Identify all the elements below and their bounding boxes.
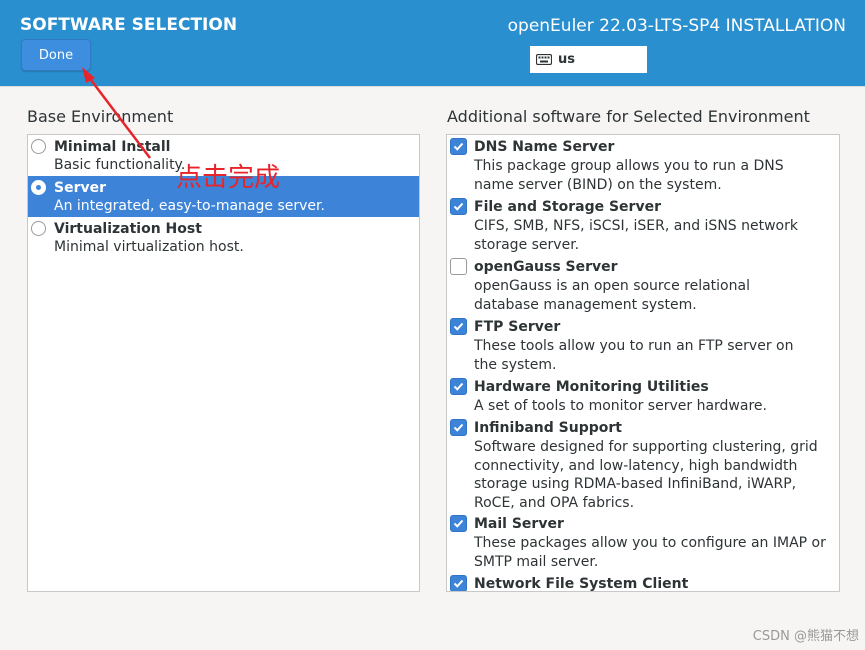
checkmark-icon	[453, 382, 464, 391]
keyboard-icon	[536, 54, 552, 65]
checkmark-icon	[453, 519, 464, 528]
addon-description: Software designed for supporting cluster…	[474, 439, 818, 511]
checkmark-icon	[453, 423, 464, 432]
checkbox-checked[interactable]	[450, 198, 467, 215]
annotation-text: 点击完成	[176, 163, 281, 193]
radio-button-selected[interactable]	[31, 180, 46, 195]
addon-name: File and Storage Server	[474, 199, 661, 215]
radio-button[interactable]	[31, 221, 46, 236]
env-item-virtualization-host[interactable]: Virtualization Host Minimal virtualizati…	[28, 217, 419, 258]
addon-description: These tools allow you to run an FTP serv…	[474, 338, 794, 373]
additional-software-label: Additional software for Selected Environ…	[447, 107, 810, 126]
checkbox-checked[interactable]	[450, 515, 467, 532]
addon-name: openGauss Server	[474, 259, 618, 275]
base-environment-label: Base Environment	[27, 107, 174, 126]
addon-name: Network File System Client	[474, 576, 689, 592]
checkbox-checked[interactable]	[450, 575, 467, 591]
checkbox-checked[interactable]	[450, 378, 467, 395]
checkmark-icon	[453, 579, 464, 588]
page-title: SOFTWARE SELECTION	[20, 15, 238, 35]
header-divider	[0, 86, 865, 87]
env-name: Server	[54, 180, 107, 196]
radio-button[interactable]	[31, 139, 46, 154]
checkbox-checked[interactable]	[450, 419, 467, 436]
env-name: Virtualization Host	[54, 221, 202, 237]
addon-description: This package group allows you to run a D…	[474, 158, 784, 193]
watermark: CSDN @熊猫不想	[752, 629, 859, 644]
env-description: An integrated, easy-to-manage server.	[54, 198, 325, 214]
checkbox-checked[interactable]	[450, 138, 467, 155]
checkmark-icon	[453, 322, 464, 331]
product-title: openEuler 22.03-LTS-SP4 INSTALLATION	[507, 16, 846, 36]
checkbox-checked[interactable]	[450, 318, 467, 335]
header-bar: SOFTWARE SELECTION openEuler 22.03-LTS-S…	[0, 0, 865, 86]
checkbox-unchecked[interactable]	[450, 258, 467, 275]
addon-description: These packages allow you to configure an…	[474, 535, 826, 570]
base-environment-list: Minimal Install Basic functionality. Ser…	[27, 134, 420, 592]
addon-name: Infiniband Support	[474, 420, 622, 436]
addon-description: openGauss is an open source relational d…	[474, 278, 750, 313]
keyboard-layout-indicator[interactable]: us	[530, 46, 647, 73]
addon-name: Hardware Monitoring Utilities	[474, 379, 709, 395]
addon-name: FTP Server	[474, 319, 561, 335]
additional-software-list: DNS Name Server This package group allow…	[446, 134, 840, 592]
checkmark-icon	[453, 142, 464, 151]
addon-description: A set of tools to monitor server hardwar…	[474, 398, 767, 414]
env-description: Basic functionality.	[54, 157, 186, 173]
env-description: Minimal virtualization host.	[54, 239, 244, 255]
addon-name: DNS Name Server	[474, 139, 615, 155]
checkmark-icon	[453, 202, 464, 211]
addon-name: Mail Server	[474, 516, 564, 532]
done-button[interactable]: Done	[21, 39, 91, 71]
env-name: Minimal Install	[54, 139, 171, 155]
addon-description: CIFS, SMB, NFS, iSCSI, iSER, and iSNS ne…	[474, 218, 798, 253]
keyboard-layout-label: us	[558, 52, 575, 67]
